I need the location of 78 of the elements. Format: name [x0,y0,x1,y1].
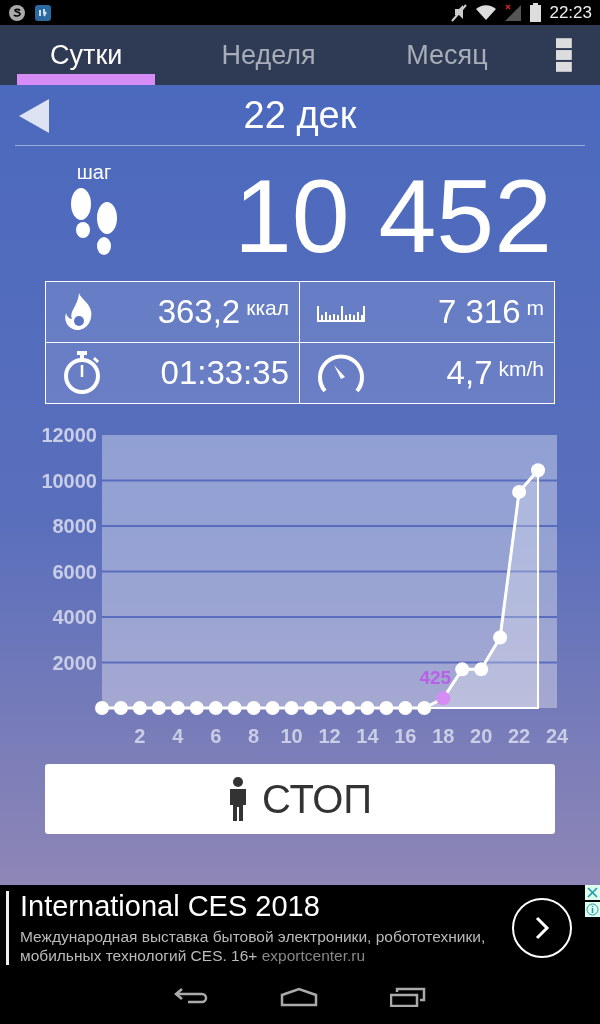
y-tick-label: 10000 [41,469,97,492]
stat-value: 363,2 [157,293,241,331]
data-point [436,691,451,706]
data-point [455,662,470,677]
wifi-icon [476,4,497,21]
data-point [113,701,128,715]
data-point [398,701,413,715]
data-point [151,701,166,715]
data-point [360,701,375,715]
ad-text: Международная выставка бытовой электроники, робототехники, мобильных технологий CES. 16+ exportcenter.ru [20,926,487,966]
data-point [95,701,109,715]
x-tick-label: 8 [248,725,260,747]
data-point [284,701,299,715]
data-point [531,463,546,478]
battery-icon [530,3,542,22]
steps-label: шаг [76,161,112,184]
footprints-icon [68,188,120,256]
data-label: 425 [419,667,452,689]
x-tick-label: 6 [210,725,222,747]
person-icon [227,777,248,821]
home-icon[interactable] [280,987,318,1007]
y-tick-label: 8000 [52,515,97,537]
close-icon[interactable] [585,885,600,900]
x-tick-label: 2 [134,725,146,747]
x-tick-label: 14 [356,725,379,747]
data-point [341,701,356,715]
app-icon [34,3,52,22]
stop-button[interactable]: СТОП [45,764,555,834]
clock-time: 22:23 [549,2,592,23]
back-arrow-icon[interactable] [19,99,49,133]
data-point [474,662,489,677]
data-point [303,701,318,715]
data-point [227,701,242,715]
mute-icon [450,2,469,23]
stat-unit: ккал [246,296,289,320]
open-ad-button[interactable] [512,897,572,958]
stat-unit: m [526,296,544,320]
stat-value: 7 316 [437,293,521,331]
data-point [170,701,185,715]
ad-link[interactable]: exportcenter.ru [261,947,366,964]
x-tick-label: 20 [470,725,493,747]
x-tick-label: 12 [318,725,341,747]
signal-icon [504,3,523,22]
x-tick-label: 10 [280,725,303,747]
chevron-right-icon [534,914,550,941]
x-tick-label: 22 [507,725,531,747]
data-point [265,701,280,715]
x-tick-label: 24 [545,725,569,747]
data-point [322,701,337,715]
date-title: 22 дек [243,93,357,137]
ad-title[interactable]: International CES 2018 [20,889,506,923]
chat-app-icon [8,3,26,22]
x-tick-label: 18 [432,725,455,747]
menu-icon[interactable] [556,38,572,72]
recent-apps-icon[interactable] [390,987,426,1007]
tab[interactable]: Месяц [377,25,517,85]
data-point [208,701,223,715]
speedometer-icon [317,353,365,393]
data-point [417,701,432,715]
y-tick-label: 12000 [41,424,97,446]
tab[interactable]: Неделя [199,25,338,85]
data-point [189,701,204,715]
x-tick-label: 16 [394,725,417,747]
data-point [512,484,527,499]
data-point [246,701,261,715]
data-point [132,701,147,715]
data-point [493,630,508,645]
y-tick-label: 2000 [52,651,97,674]
step-count: 10 452 [232,163,552,268]
stat-unit: km/h [498,357,544,381]
y-tick-label: 4000 [52,606,97,628]
x-tick-label: 4 [172,725,184,747]
info-icon[interactable] [585,902,600,917]
stopwatch-icon [63,351,101,395]
stat-value: 4,7 [446,354,493,392]
data-point [379,701,394,715]
stat-value: 01:33:35 [160,354,289,392]
y-tick-label: 6000 [52,560,97,583]
